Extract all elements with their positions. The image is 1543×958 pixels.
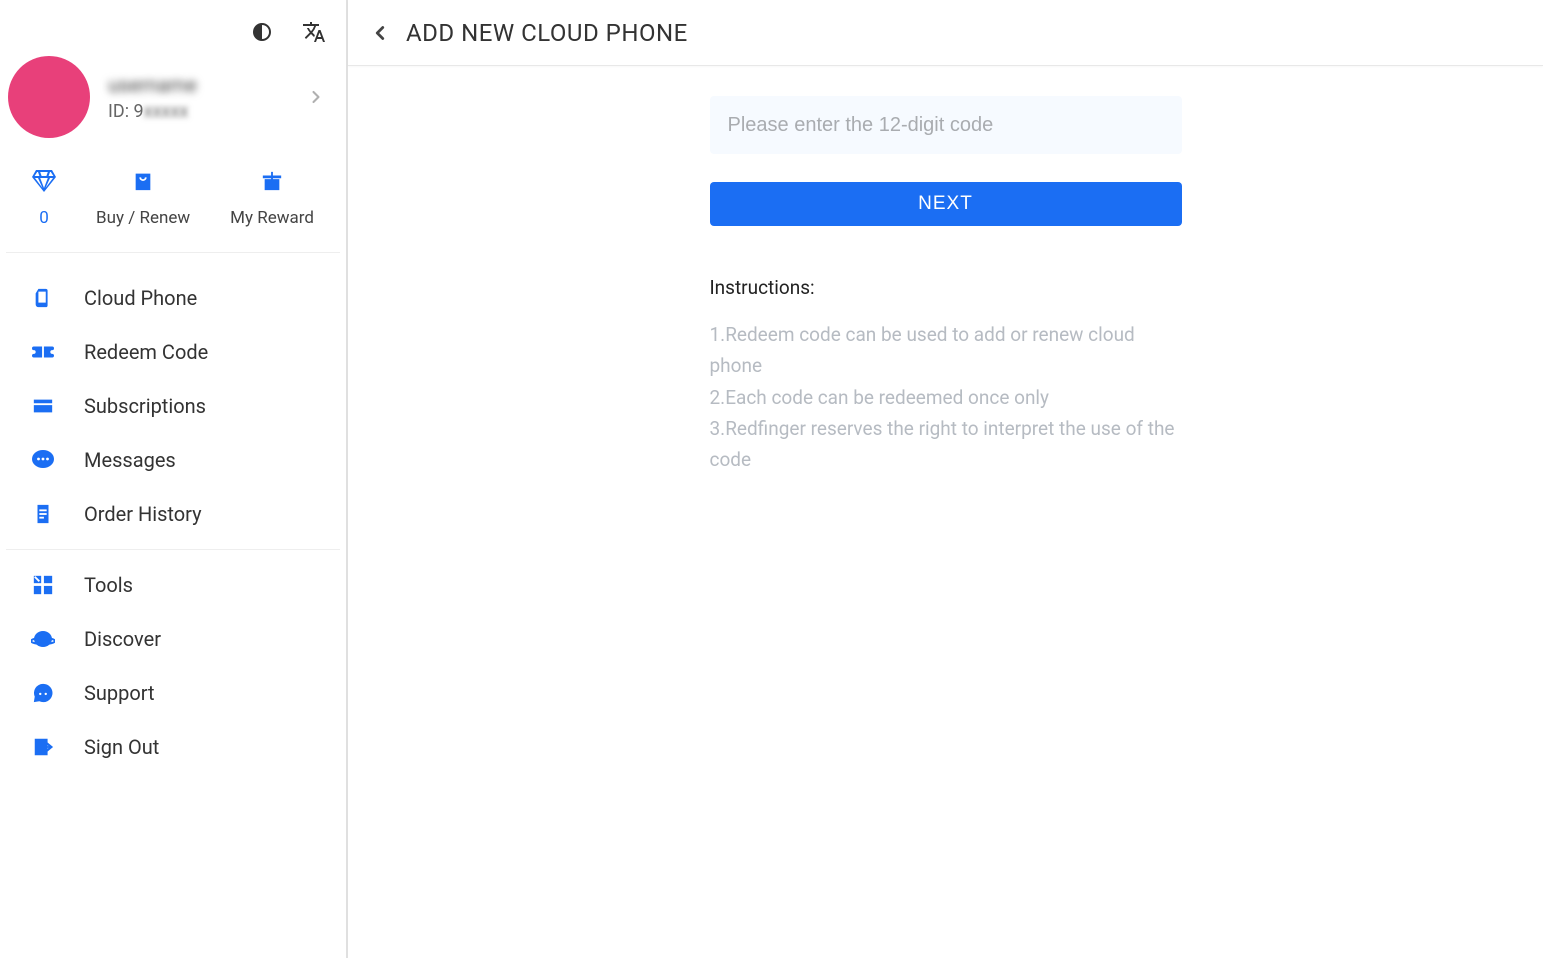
- sidebar-item-redeem-code[interactable]: Redeem Code: [0, 325, 346, 379]
- tools-icon: [30, 572, 56, 598]
- sidebar-item-cloud-phone[interactable]: Cloud Phone: [0, 271, 346, 325]
- avatar: [8, 56, 90, 138]
- card-icon: [30, 393, 56, 419]
- main: ADD NEW CLOUD PHONE NEXT Instructions: 1…: [348, 0, 1543, 958]
- shopping-bag-icon: [132, 168, 154, 194]
- sidebar-item-label: Sign Out: [84, 735, 159, 759]
- sidebar-item-label: Order History: [84, 502, 202, 526]
- back-button[interactable]: [360, 13, 400, 53]
- profile-text: username ID: 9xxxxx: [108, 73, 197, 122]
- action-reward[interactable]: My Reward: [230, 168, 314, 228]
- diamond-icon: [32, 168, 56, 194]
- sidebar-item-messages[interactable]: Messages: [0, 433, 346, 487]
- instruction-item: 2.Each code can be redeemed once only: [710, 382, 1182, 413]
- action-balance[interactable]: 0: [32, 168, 56, 228]
- chevron-right-icon: [306, 87, 326, 107]
- sidebar-item-tools[interactable]: Tools: [0, 558, 346, 612]
- action-reward-label: My Reward: [230, 208, 314, 228]
- sidebar: username ID: 9xxxxx 0 Buy / Renew My: [0, 0, 348, 958]
- sidebar-item-discover[interactable]: Discover: [0, 612, 346, 666]
- action-buy-renew[interactable]: Buy / Renew: [96, 168, 190, 228]
- sidebar-item-label: Discover: [84, 627, 161, 651]
- next-button[interactable]: NEXT: [710, 182, 1182, 226]
- sidebar-item-label: Support: [84, 681, 155, 705]
- sidebar-item-label: Cloud Phone: [84, 286, 197, 310]
- header: ADD NEW CLOUD PHONE: [348, 0, 1543, 66]
- instructions-title: Instructions:: [710, 276, 1182, 299]
- sidebar-item-label: Messages: [84, 448, 176, 472]
- action-buy-label: Buy / Renew: [96, 208, 190, 228]
- redeem-code-input[interactable]: [710, 96, 1182, 154]
- action-row: 0 Buy / Renew My Reward: [6, 148, 340, 253]
- user-id: ID: 9xxxxx: [108, 101, 197, 122]
- sidebar-item-subscriptions[interactable]: Subscriptions: [0, 379, 346, 433]
- sign-out-icon: [30, 734, 56, 760]
- sidebar-item-label: Tools: [84, 573, 133, 597]
- content: NEXT Instructions: 1.Redeem code can be …: [348, 66, 1543, 958]
- nav-separator: [6, 549, 340, 550]
- profile-row[interactable]: username ID: 9xxxxx: [0, 50, 346, 148]
- page-title: ADD NEW CLOUD PHONE: [406, 19, 688, 47]
- sidebar-item-sign-out[interactable]: Sign Out: [0, 720, 346, 774]
- sidebar-item-support[interactable]: Support: [0, 666, 346, 720]
- action-balance-label: 0: [39, 208, 49, 228]
- phone-icon: [30, 285, 56, 311]
- sidebar-item-order-history[interactable]: Order History: [0, 487, 346, 541]
- sidebar-item-label: Subscriptions: [84, 394, 206, 418]
- nav: Cloud Phone Redeem Code Subscriptions Me…: [0, 253, 346, 774]
- ticket-icon: [30, 339, 56, 365]
- instructions: Instructions: 1.Redeem code can be used …: [710, 276, 1182, 476]
- planet-icon: [30, 626, 56, 652]
- chat-icon: [30, 447, 56, 473]
- sidebar-item-label: Redeem Code: [84, 340, 208, 364]
- support-icon: [30, 680, 56, 706]
- sidebar-top-icons: [0, 10, 346, 50]
- instruction-item: 1.Redeem code can be used to add or rene…: [710, 319, 1182, 382]
- theme-toggle-icon[interactable]: [250, 20, 274, 44]
- gift-icon: [261, 168, 283, 194]
- instruction-item: 3.Redfinger reserves the right to interp…: [710, 413, 1182, 476]
- username: username: [108, 73, 197, 97]
- language-icon[interactable]: [302, 20, 326, 44]
- clipboard-icon: [30, 501, 56, 527]
